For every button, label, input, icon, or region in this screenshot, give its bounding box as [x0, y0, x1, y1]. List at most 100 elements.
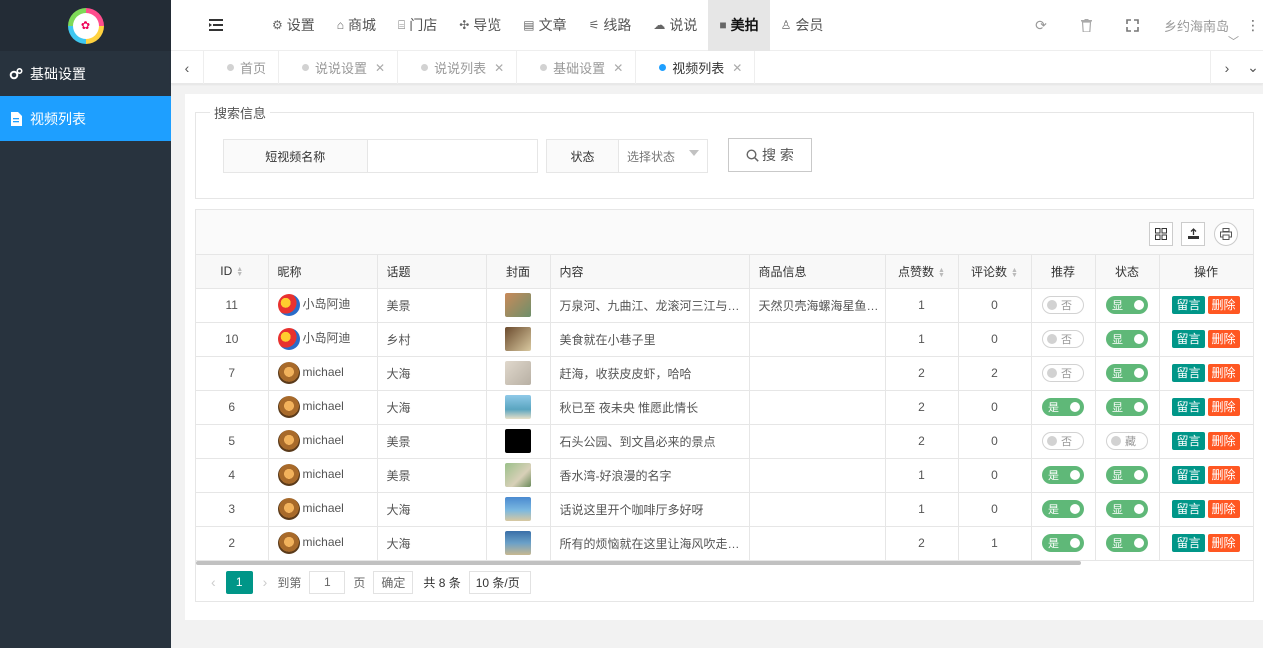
cover-thumbnail[interactable]	[505, 429, 531, 453]
col-id[interactable]: ID ▲ ▼	[196, 255, 269, 289]
col-comments[interactable]: 评论数 ▲ ▼	[958, 255, 1032, 289]
recommend-switch[interactable]: 是	[1042, 466, 1084, 484]
close-icon[interactable]: ✕	[732, 61, 742, 75]
top-menu-store[interactable]: ⌸ 门店	[387, 0, 448, 51]
delete-button[interactable]: 删除	[1207, 296, 1240, 314]
status-switch[interactable]: 显	[1106, 364, 1148, 382]
top-menu-talk[interactable]: ☁ 说说	[642, 0, 708, 51]
recommend-switch[interactable]: 是	[1042, 534, 1084, 552]
status-switch[interactable]: 显	[1106, 398, 1148, 416]
cover-thumbnail[interactable]	[505, 395, 531, 419]
file-icon	[9, 111, 23, 126]
user-icon: ♙	[780, 18, 792, 32]
columns-filter-button[interactable]	[1149, 222, 1173, 246]
cover-thumbnail[interactable]	[505, 497, 531, 521]
fullscreen-icon[interactable]	[1110, 0, 1156, 51]
cover-thumbnail[interactable]	[505, 463, 531, 487]
top-menu-member[interactable]: ♙ 会员	[770, 0, 835, 51]
top-menu-label: 美拍	[730, 17, 759, 33]
logo[interactable]: ✿	[67, 7, 104, 44]
status-switch[interactable]: 显	[1106, 534, 1148, 552]
comment-button[interactable]: 留言	[1172, 466, 1205, 484]
comment-button[interactable]: 留言	[1172, 364, 1205, 382]
delete-button[interactable]: 删除	[1207, 500, 1240, 518]
recommend-switch[interactable]: 否	[1042, 432, 1084, 450]
cell-content: 石头公园、到文昌必来的景点	[550, 424, 750, 459]
status-select[interactable]: 选择状态	[619, 140, 707, 172]
top-menu-guide[interactable]: ✣ 导览	[448, 0, 512, 51]
current-page[interactable]: 1	[225, 570, 253, 594]
goto-page-input[interactable]: 1	[309, 570, 346, 594]
comment-button[interactable]: 留言	[1172, 534, 1205, 552]
top-menu-mall[interactable]: ⌂ 商城	[326, 0, 387, 51]
tabs-dropdown-button[interactable]: ⌄	[1243, 51, 1263, 84]
close-icon[interactable]: ✕	[613, 61, 623, 75]
sort-icon[interactable]: ▲ ▼	[1011, 267, 1018, 279]
delete-button[interactable]: 删除	[1207, 398, 1240, 416]
goto-confirm-button[interactable]: 确定	[373, 570, 414, 594]
cell-comments: 0	[958, 288, 1032, 323]
top-menu-route[interactable]: ⚟ 线路	[578, 0, 643, 51]
refresh-icon[interactable]: ⟳	[1018, 0, 1064, 51]
sidebar-item-video-list[interactable]: 视频列表	[0, 96, 171, 141]
tab-basic-settings[interactable]: 基础设置 ✕	[517, 51, 637, 84]
page-size-select[interactable]: 10 条/页	[468, 570, 531, 594]
cover-thumbnail[interactable]	[505, 327, 531, 351]
export-button[interactable]	[1181, 222, 1205, 246]
delete-button[interactable]: 删除	[1207, 534, 1240, 552]
col-likes[interactable]: 点赞数 ▲ ▼	[885, 255, 959, 289]
status-switch[interactable]: 藏	[1106, 432, 1148, 450]
print-button[interactable]	[1214, 222, 1238, 246]
tab-video-list[interactable]: 视频列表 ✕	[636, 51, 756, 84]
sidebar-toggle-button[interactable]	[171, 0, 261, 51]
tab-talk-settings[interactable]: 说说设置 ✕	[279, 51, 399, 84]
top-menu-article[interactable]: ▤ 文章	[512, 0, 577, 51]
comment-button[interactable]: 留言	[1172, 398, 1205, 416]
comment-button[interactable]: 留言	[1172, 330, 1205, 348]
comment-button[interactable]: 留言	[1172, 296, 1205, 314]
recommend-switch[interactable]: 否	[1042, 296, 1084, 314]
delete-button[interactable]: 删除	[1207, 432, 1240, 450]
close-icon[interactable]: ✕	[375, 61, 385, 75]
status-switch[interactable]: 显	[1106, 296, 1148, 314]
cell-id: 5	[196, 424, 269, 459]
close-icon[interactable]: ✕	[494, 61, 504, 75]
tab-talk-list[interactable]: 说说列表 ✕	[398, 51, 518, 84]
user-menu[interactable]: 乡约海南岛 ﹀	[1156, 0, 1243, 51]
recommend-switch[interactable]: 是	[1042, 500, 1084, 518]
cell-topic: 大海	[377, 526, 487, 561]
top-menu-meipai[interactable]: ■ 美拍	[708, 0, 770, 51]
tabs-scroll-left-button[interactable]: ‹	[171, 51, 204, 84]
tab-home[interactable]: 首页	[204, 51, 280, 84]
sort-icon[interactable]: ▲ ▼	[938, 267, 945, 279]
recommend-switch[interactable]: 否	[1042, 364, 1084, 382]
status-switch[interactable]: 显	[1106, 466, 1148, 484]
delete-button[interactable]: 删除	[1207, 364, 1240, 382]
status-switch[interactable]: 显	[1106, 500, 1148, 518]
recommend-switch[interactable]: 否	[1042, 330, 1084, 348]
sort-icon[interactable]: ▲ ▼	[236, 266, 243, 278]
prev-page-icon[interactable]: ‹	[211, 574, 216, 590]
col-label: 点赞数	[898, 264, 935, 279]
nickname-text: 小岛阿迪	[302, 331, 351, 346]
col-topic: 话题	[377, 255, 487, 289]
delete-button[interactable]: 删除	[1207, 466, 1240, 484]
recommend-switch[interactable]: 是	[1042, 398, 1084, 416]
video-name-input[interactable]	[367, 140, 537, 172]
cover-thumbnail[interactable]	[505, 361, 531, 385]
top-menu-settings[interactable]: ⚙ 设置	[261, 0, 326, 51]
comment-button[interactable]: 留言	[1172, 500, 1205, 518]
trash-icon[interactable]	[1064, 0, 1110, 51]
more-vertical-icon[interactable]: ⋮	[1243, 17, 1263, 34]
search-button[interactable]: 搜 索	[728, 138, 812, 172]
sidebar-item-basic-settings[interactable]: 基础设置	[0, 51, 171, 96]
top-menu-label: 设置	[286, 17, 315, 33]
cover-thumbnail[interactable]	[505, 293, 531, 317]
comment-button[interactable]: 留言	[1172, 432, 1205, 450]
cover-thumbnail[interactable]	[505, 531, 531, 555]
tabs-scroll-right-button[interactable]: ›	[1210, 51, 1243, 84]
status-switch[interactable]: 显	[1106, 330, 1148, 348]
delete-button[interactable]: 删除	[1207, 330, 1240, 348]
sidebar-item-label: 视频列表	[30, 110, 86, 127]
next-page-icon[interactable]: ›	[263, 574, 268, 590]
